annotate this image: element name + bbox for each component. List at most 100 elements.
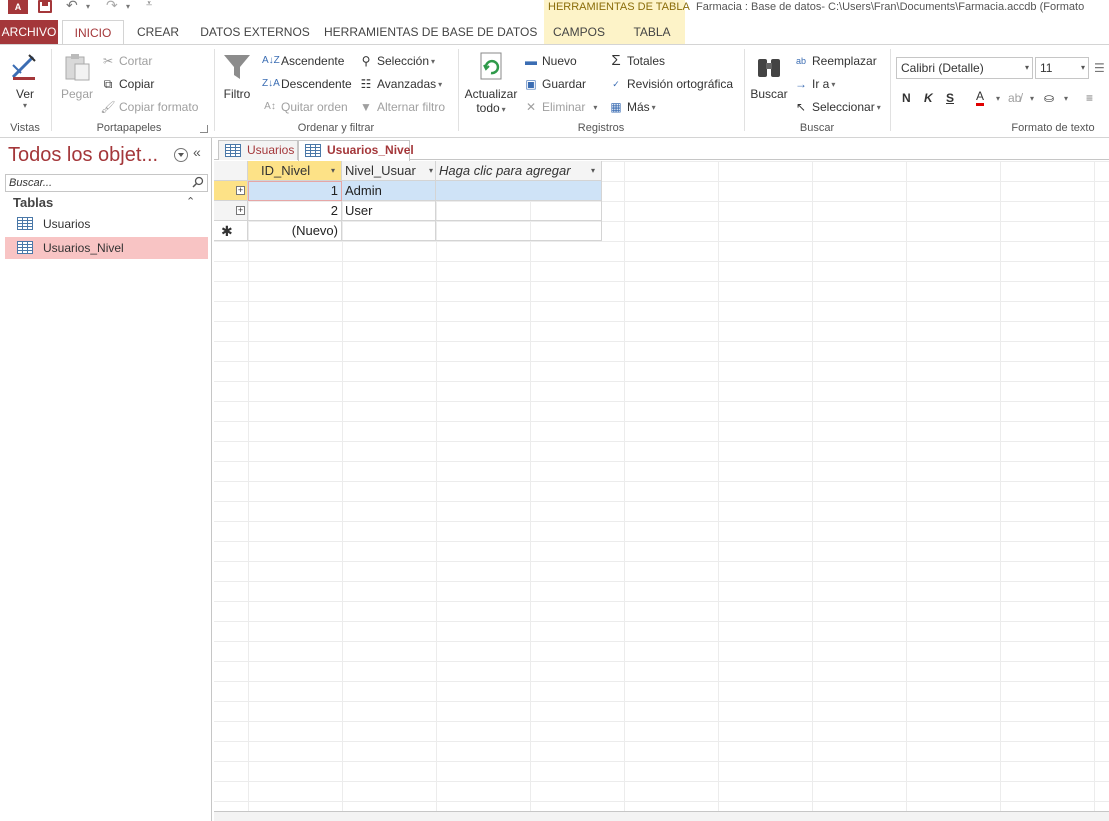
group-collapse-icon[interactable]: ⌃ — [186, 195, 195, 208]
design-view-icon — [9, 51, 41, 83]
nav-group-tablas[interactable]: Tablas — [13, 195, 53, 210]
actualizar-todo-button[interactable]: Actualizar todo ▾ — [464, 51, 518, 115]
copiar-button[interactable]: ⧉ Copiar — [100, 74, 155, 94]
tab-archivo[interactable]: ARCHIVO — [0, 20, 58, 44]
table-cell-nivel[interactable]: Admin — [342, 181, 436, 201]
column-sort-icon[interactable]: ▾ — [331, 161, 335, 180]
ver-button[interactable]: Ver ▾ — [6, 51, 44, 110]
table-cell-empty[interactable] — [342, 221, 436, 241]
undo-dropdown-icon[interactable]: ▾ — [86, 2, 90, 11]
table-cell-id[interactable]: 1 — [248, 181, 342, 201]
filtro-button[interactable]: Filtro — [220, 51, 254, 101]
totales-button[interactable]: Σ Totales — [608, 51, 665, 71]
highlight-dropdown-icon[interactable]: ▾ — [1028, 88, 1034, 108]
column-header-nivel-usuario[interactable]: Nivel_Usuar ▾ — [342, 161, 436, 181]
font-name-select[interactable]: Calibri (Detalle) ▾ — [896, 57, 1033, 79]
select-all-corner[interactable] — [214, 161, 248, 181]
avanzadas-label: Avanzadas — [377, 77, 437, 91]
bold-button[interactable]: N — [902, 88, 911, 108]
doc-tab-usuarios[interactable]: Usuarios — [218, 140, 298, 160]
column-header-id-nivel[interactable]: ID_Nivel ▾ — [248, 161, 342, 181]
descendente-label: Descendente — [281, 77, 352, 91]
column-sort-icon[interactable]: ▾ — [591, 161, 595, 180]
copiar-formato-button[interactable]: 🖌 Copiar formato — [100, 97, 198, 117]
italic-button[interactable]: K — [924, 88, 933, 108]
guardar-button[interactable]: ▣ Guardar — [523, 74, 586, 94]
tab-datos-externos[interactable]: DATOS EXTERNOS — [196, 20, 314, 44]
table-cell-empty[interactable] — [436, 201, 602, 221]
seleccionar-button[interactable]: ↖ Seleccionar ▾ — [793, 97, 881, 117]
nav-item-usuarios-nivel[interactable]: Usuarios_Nivel — [5, 237, 208, 259]
column-header-add-field[interactable]: Haga clic para agregar ▾ — [436, 161, 602, 181]
table-cell-id[interactable]: 2 — [248, 201, 342, 221]
tab-herramientas-bd[interactable]: HERRAMIENTAS DE BASE DE DATOS — [324, 20, 537, 44]
redo-dropdown-icon[interactable]: ▾ — [126, 2, 130, 11]
table-cell-nivel[interactable]: User — [342, 201, 436, 221]
seleccion-button[interactable]: ⚲ Selección ▾ — [358, 51, 435, 71]
advanced-filter-icon: ☷ — [360, 77, 372, 91]
doc-tab-label: Usuarios_Nivel — [327, 143, 414, 157]
reemplazar-button[interactable]: ab Reemplazar — [793, 51, 877, 71]
align-icon[interactable]: ≡ — [1086, 88, 1093, 108]
collapse-pane-icon[interactable]: « — [193, 144, 201, 160]
column-sort-icon[interactable]: ▾ — [429, 161, 433, 180]
portapapeles-launcher-icon[interactable] — [200, 125, 208, 133]
chevron-down-icon: ▾ — [1080, 63, 1085, 72]
revision-button[interactable]: ✓ Revisión ortográfica — [608, 74, 733, 94]
table-icon — [305, 144, 321, 157]
navigation-pane: Todos los objet... « Buscar... Tablas ⌃ … — [0, 138, 212, 821]
mas-label: Más — [627, 100, 650, 114]
column-header-label: Haga clic para agregar — [439, 163, 571, 178]
sort-descending-icon: Z↓A — [262, 78, 280, 89]
tab-campos[interactable]: CAMPOS — [548, 20, 610, 44]
mas-button[interactable]: ▦ Más ▾ — [608, 97, 655, 117]
ir-a-button[interactable]: → Ir a ▾ — [793, 74, 835, 94]
nav-menu-chevron-icon[interactable] — [174, 148, 188, 162]
redo-icon[interactable]: ↷ — [106, 0, 118, 14]
pegar-button[interactable]: Pegar — [58, 51, 96, 101]
tab-inicio[interactable]: INICIO — [62, 20, 124, 45]
nav-item-usuarios[interactable]: Usuarios — [5, 213, 208, 235]
doc-tab-usuarios-nivel[interactable]: Usuarios_Nivel — [298, 140, 414, 161]
group-label-registros: Registros — [577, 122, 625, 134]
avanzadas-button[interactable]: ☷ Avanzadas ▾ — [358, 74, 443, 94]
revision-label: Revisión ortográfica — [627, 77, 734, 91]
nav-pane-title[interactable]: Todos los objet... — [8, 144, 158, 167]
cursor-icon: ↖ — [795, 100, 807, 114]
buscar-button[interactable]: Buscar — [750, 51, 788, 101]
bullets-icon[interactable]: ☰ — [1094, 58, 1105, 78]
search-icon[interactable] — [192, 176, 204, 188]
nav-search-input[interactable]: Buscar... — [5, 174, 208, 192]
descendente-button[interactable]: Z↓A Descendente — [262, 74, 352, 94]
table-cell-new[interactable]: (Nuevo) — [248, 221, 342, 241]
access-logo-icon[interactable]: A — [8, 0, 28, 14]
underline-button[interactable]: S — [946, 88, 954, 108]
fill-color-icon[interactable]: ⛀ — [1044, 88, 1054, 108]
highlight-icon[interactable]: ab̸ — [1008, 88, 1021, 108]
separator — [214, 49, 215, 131]
paste-icon — [61, 51, 93, 83]
row-selector[interactable]: + — [214, 201, 248, 221]
alternar-filtro-button[interactable]: ▼ Alternar filtro — [358, 97, 445, 117]
expand-plus-icon[interactable]: + — [236, 186, 245, 195]
row-selector-new[interactable]: ✱ — [214, 221, 248, 241]
copiar-formato-label: Copiar formato — [119, 100, 199, 114]
font-color-dropdown-icon[interactable]: ▾ — [994, 88, 1000, 108]
eliminar-button[interactable]: ✕ Eliminar ▾ — [523, 97, 597, 117]
row-selector[interactable]: + — [214, 181, 248, 201]
font-size-select[interactable]: 11 ▾ — [1035, 57, 1089, 79]
cortar-button[interactable]: ✂ Cortar — [100, 51, 152, 71]
quitar-orden-button[interactable]: A↕ Quitar orden — [262, 97, 348, 117]
font-color-button[interactable]: A — [976, 88, 985, 106]
fill-color-dropdown-icon[interactable]: ▾ — [1062, 88, 1068, 108]
customize-toolbar-icon[interactable]: ⩡ — [146, 0, 152, 11]
undo-icon[interactable]: ↶ — [66, 0, 78, 14]
save-icon[interactable] — [38, 0, 52, 13]
expand-plus-icon[interactable]: + — [236, 206, 245, 215]
tab-crear[interactable]: CREAR — [132, 20, 184, 44]
table-cell-empty[interactable] — [436, 181, 602, 201]
ascendente-button[interactable]: A↓Z Ascendente — [262, 51, 344, 71]
nuevo-button[interactable]: ▬ Nuevo — [523, 51, 577, 71]
table-cell-empty[interactable] — [436, 221, 602, 241]
tab-tabla[interactable]: TABLA — [624, 20, 680, 44]
